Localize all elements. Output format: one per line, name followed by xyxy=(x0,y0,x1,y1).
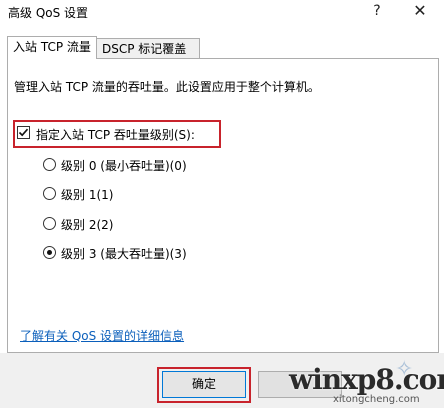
watermark-main-text: winxp8.com xyxy=(289,363,444,396)
radio-label[interactable]: 级别 3 (最大吞吐量)(3) xyxy=(61,245,187,262)
tab-dscp-override[interactable]: DSCP 标记覆盖 xyxy=(97,38,200,59)
qos-help-link[interactable]: 了解有关 QoS 设置的详细信息 xyxy=(20,327,184,344)
radio-label[interactable]: 级别 1(1) xyxy=(61,186,113,203)
title-bar: 高级 QoS 设置 ? ✕ xyxy=(0,0,444,24)
throughput-checkbox[interactable] xyxy=(17,126,30,139)
help-button[interactable]: ? xyxy=(366,0,388,22)
radio-label[interactable]: 级别 2(2) xyxy=(61,216,113,233)
radio-button-selected[interactable] xyxy=(43,246,56,259)
panel-description: 管理入站 TCP 流量的吞吐量。此设置应用于整个计算机。 xyxy=(14,80,320,94)
close-button[interactable]: ✕ xyxy=(402,0,438,22)
watermark-sub-text: xitongcheng.com xyxy=(333,394,420,405)
tab-panel: 管理入站 TCP 流量的吞吐量。此设置应用于整个计算机。 指定入站 TCP 吞吐… xyxy=(7,58,439,353)
site-watermark: ✧ winxp8.com xitongcheng.com xyxy=(285,357,444,408)
radio-button[interactable] xyxy=(43,217,56,230)
radio-label[interactable]: 级别 0 (最小吞吐量)(0) xyxy=(61,157,187,174)
throughput-checkbox-label[interactable]: 指定入站 TCP 吞吐量级别(S): xyxy=(36,126,195,143)
radio-button[interactable] xyxy=(43,187,56,200)
window-title: 高级 QoS 设置 xyxy=(8,6,89,20)
ok-button[interactable]: 确定 xyxy=(162,371,246,398)
tab-inbound-tcp[interactable]: 入站 TCP 流量 xyxy=(7,36,97,59)
check-icon xyxy=(18,128,29,137)
radio-button[interactable] xyxy=(43,158,56,171)
